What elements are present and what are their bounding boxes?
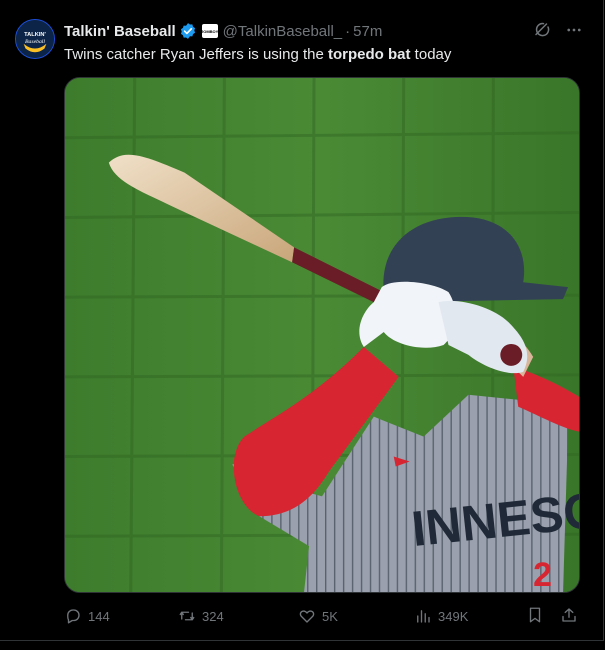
like-count: 5K [322, 608, 338, 624]
views-button[interactable]: 349K [414, 606, 468, 626]
like-button[interactable]: 5K [298, 606, 338, 626]
reply-button[interactable]: 144 [64, 606, 110, 626]
views-icon [414, 607, 432, 625]
author-handle[interactable]: @TalkinBaseball_ [223, 23, 342, 40]
tweet[interactable]: TALKIN' Baseball Talkin' Baseball JOMBOY… [0, 0, 604, 641]
tweet-text: Twins catcher Ryan Jeffers is using the … [64, 45, 451, 65]
bookmark-icon[interactable] [526, 606, 544, 624]
tweet-text-bold: torpedo bat [328, 46, 411, 63]
reply-icon [64, 607, 82, 625]
tweet-header: Talkin' Baseball JOMBOY @TalkinBaseball_… [64, 21, 583, 41]
repost-button[interactable]: 324 [178, 606, 224, 626]
tweet-text-part-2: today [410, 46, 452, 63]
jersey-number: 2 [533, 556, 552, 592]
views-count: 349K [438, 608, 469, 624]
affiliate-badge-text: JOMBOY [201, 28, 219, 34]
repost-count: 324 [202, 608, 224, 624]
avatar-text-top: TALKIN' [24, 32, 46, 38]
author-name[interactable]: Talkin' Baseball [64, 23, 176, 40]
separator: · [345, 22, 351, 40]
repost-icon [178, 607, 196, 625]
avatar[interactable]: TALKIN' Baseball [15, 19, 55, 59]
grok-icon[interactable] [533, 21, 551, 39]
reply-count: 144 [88, 608, 110, 624]
share-icon[interactable] [560, 606, 578, 624]
tweet-media-image[interactable]: INNESOT 2 [64, 77, 580, 593]
affiliate-badge-icon[interactable]: JOMBOY [201, 24, 219, 38]
verified-badge-icon [179, 22, 197, 40]
tweet-actions: 144 324 5K 349K [64, 606, 580, 626]
like-icon [298, 607, 316, 625]
timestamp[interactable]: 57m [353, 23, 382, 40]
avatar-text-bottom: Baseball [25, 39, 45, 45]
more-icon[interactable] [565, 21, 583, 39]
tweet-text-part-1: Twins catcher Ryan Jeffers is using the [64, 46, 329, 63]
